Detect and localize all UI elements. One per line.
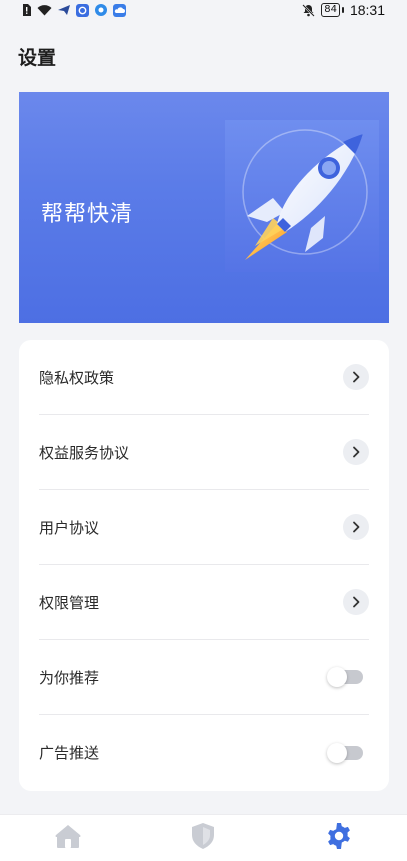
- chevron-right-icon[interactable]: [343, 589, 369, 615]
- toggle-knob: [327, 742, 347, 763]
- recommendation-toggle[interactable]: [327, 667, 365, 687]
- row-label: 权益服务协议: [39, 443, 130, 462]
- status-left: [22, 3, 126, 17]
- status-bar: 84 18:31: [0, 0, 407, 20]
- battery-tip: [341, 7, 344, 13]
- send-icon: [58, 5, 70, 15]
- battery-level: 84: [321, 3, 340, 17]
- shield-icon: [190, 822, 216, 854]
- nav-home[interactable]: [28, 815, 108, 861]
- row-label: 广告推送: [39, 744, 100, 762]
- ad-push-row: 广告推送: [39, 715, 369, 790]
- nav-security[interactable]: [163, 815, 243, 861]
- banner-title: 帮帮快清: [41, 202, 134, 227]
- app-banner: 帮帮快清: [19, 92, 389, 323]
- settings-list: 隐私权政策 权益服务协议 用户协议 权限管理 为你推荐 广告推送: [19, 340, 389, 791]
- app-badge-icon: [76, 3, 89, 17]
- user-agreement-row[interactable]: 用户协议: [39, 490, 369, 565]
- rocket-illustration: [225, 120, 379, 272]
- battery-indicator: 84: [321, 3, 344, 17]
- row-label: 权限管理: [39, 593, 100, 612]
- row-label: 用户协议: [39, 518, 100, 537]
- sim-alert-icon: [22, 4, 31, 16]
- app-circle-icon: [95, 4, 107, 16]
- row-label: 为你推荐: [39, 668, 100, 687]
- privacy-policy-row[interactable]: 隐私权政策: [39, 340, 369, 415]
- chevron-right-icon[interactable]: [343, 439, 369, 465]
- ad-push-toggle[interactable]: [327, 742, 365, 763]
- status-right: 84 18:31: [302, 2, 385, 18]
- service-agreement-row[interactable]: 权益服务协议: [39, 415, 369, 490]
- chevron-right-icon[interactable]: [343, 364, 369, 390]
- status-time: 18:31: [349, 2, 385, 18]
- toggle-knob: [327, 667, 347, 687]
- gear-icon: [325, 822, 353, 854]
- row-label: 隐私权政策: [39, 368, 115, 387]
- chevron-right-icon[interactable]: [343, 514, 369, 540]
- home-icon: [54, 823, 82, 853]
- wifi-icon: [37, 4, 52, 16]
- page-title: 设置: [18, 47, 57, 69]
- cloud-icon: [113, 3, 126, 17]
- permission-management-row[interactable]: 权限管理: [39, 565, 369, 640]
- recommendation-row: 为你推荐: [39, 640, 369, 715]
- bottom-nav: [0, 814, 407, 861]
- nav-settings[interactable]: [299, 815, 379, 861]
- bell-off-icon: [302, 3, 315, 17]
